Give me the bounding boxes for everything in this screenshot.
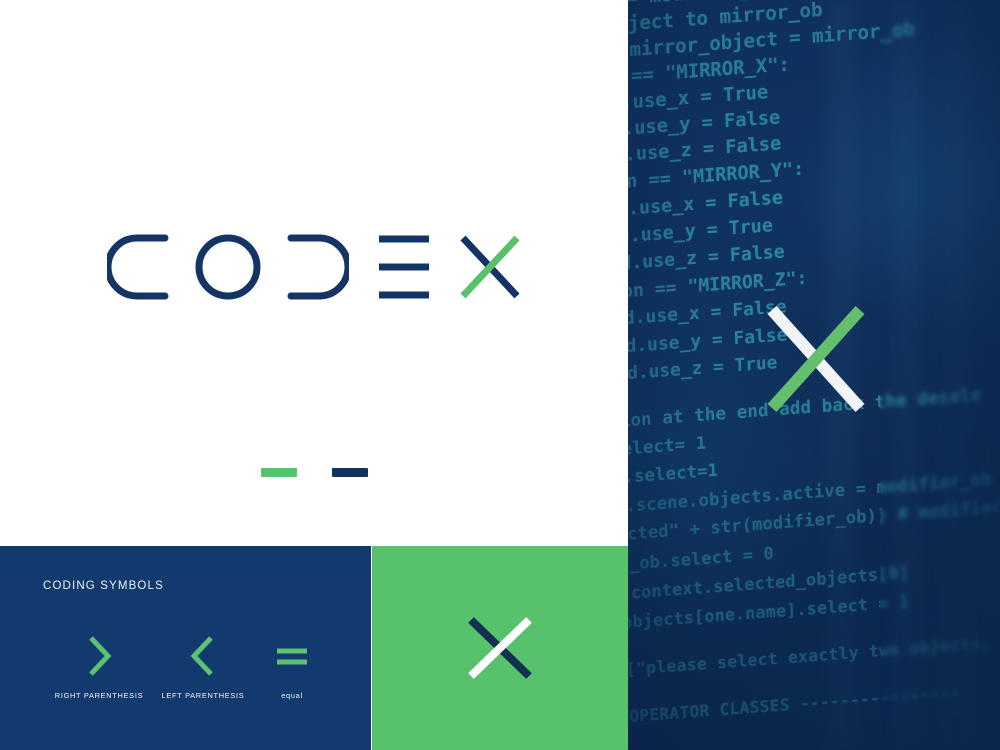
coding-symbols-title: CODING SYMBOLS — [43, 580, 164, 592]
brand-navy-swatch — [331, 468, 368, 477]
codex-wordmark: CODEX — [0, 232, 628, 302]
logo-letter-c — [107, 234, 169, 300]
logo-letter-e — [379, 235, 429, 299]
brand-color-swatches — [0, 468, 628, 477]
symbol-item-left-parenthesis: LEFT PARENTHESIS — [155, 630, 251, 700]
brand-green-swatch — [260, 468, 297, 477]
symbol-item-equal: equal — [251, 630, 333, 700]
coding-symbols-row: RIGHT PARENTHESIS LEFT PARENTHESIS equal — [43, 630, 333, 700]
codex-x-mark-overlay-icon — [767, 305, 865, 413]
symbol-label: equal — [281, 691, 303, 700]
chevron-left-icon — [189, 630, 217, 682]
chevron-right-icon — [85, 630, 113, 682]
codex-x-mark-icon — [468, 617, 532, 679]
logo-letter-o — [195, 234, 261, 300]
symbol-label: RIGHT PARENTHESIS — [54, 691, 144, 700]
brand-board: CODEX — [0, 0, 1000, 750]
symbol-label: LEFT PARENTHESIS — [161, 691, 245, 700]
coding-symbols-card: CODING SYMBOLS RIGHT PARENTHESIS LEFT PA… — [0, 546, 371, 750]
code-photo-panel: mod = modifier_ob.modifiers.new(" object… — [628, 0, 1000, 750]
equals-icon — [274, 630, 310, 682]
green-mark-card — [372, 546, 628, 750]
symbol-item-right-parenthesis: RIGHT PARENTHESIS — [43, 630, 155, 700]
primary-logo-stage: CODEX — [0, 0, 628, 545]
code-photo-depth-blur — [880, 0, 1000, 750]
logo-letter-x — [460, 235, 520, 299]
logo-letter-d — [287, 234, 349, 300]
